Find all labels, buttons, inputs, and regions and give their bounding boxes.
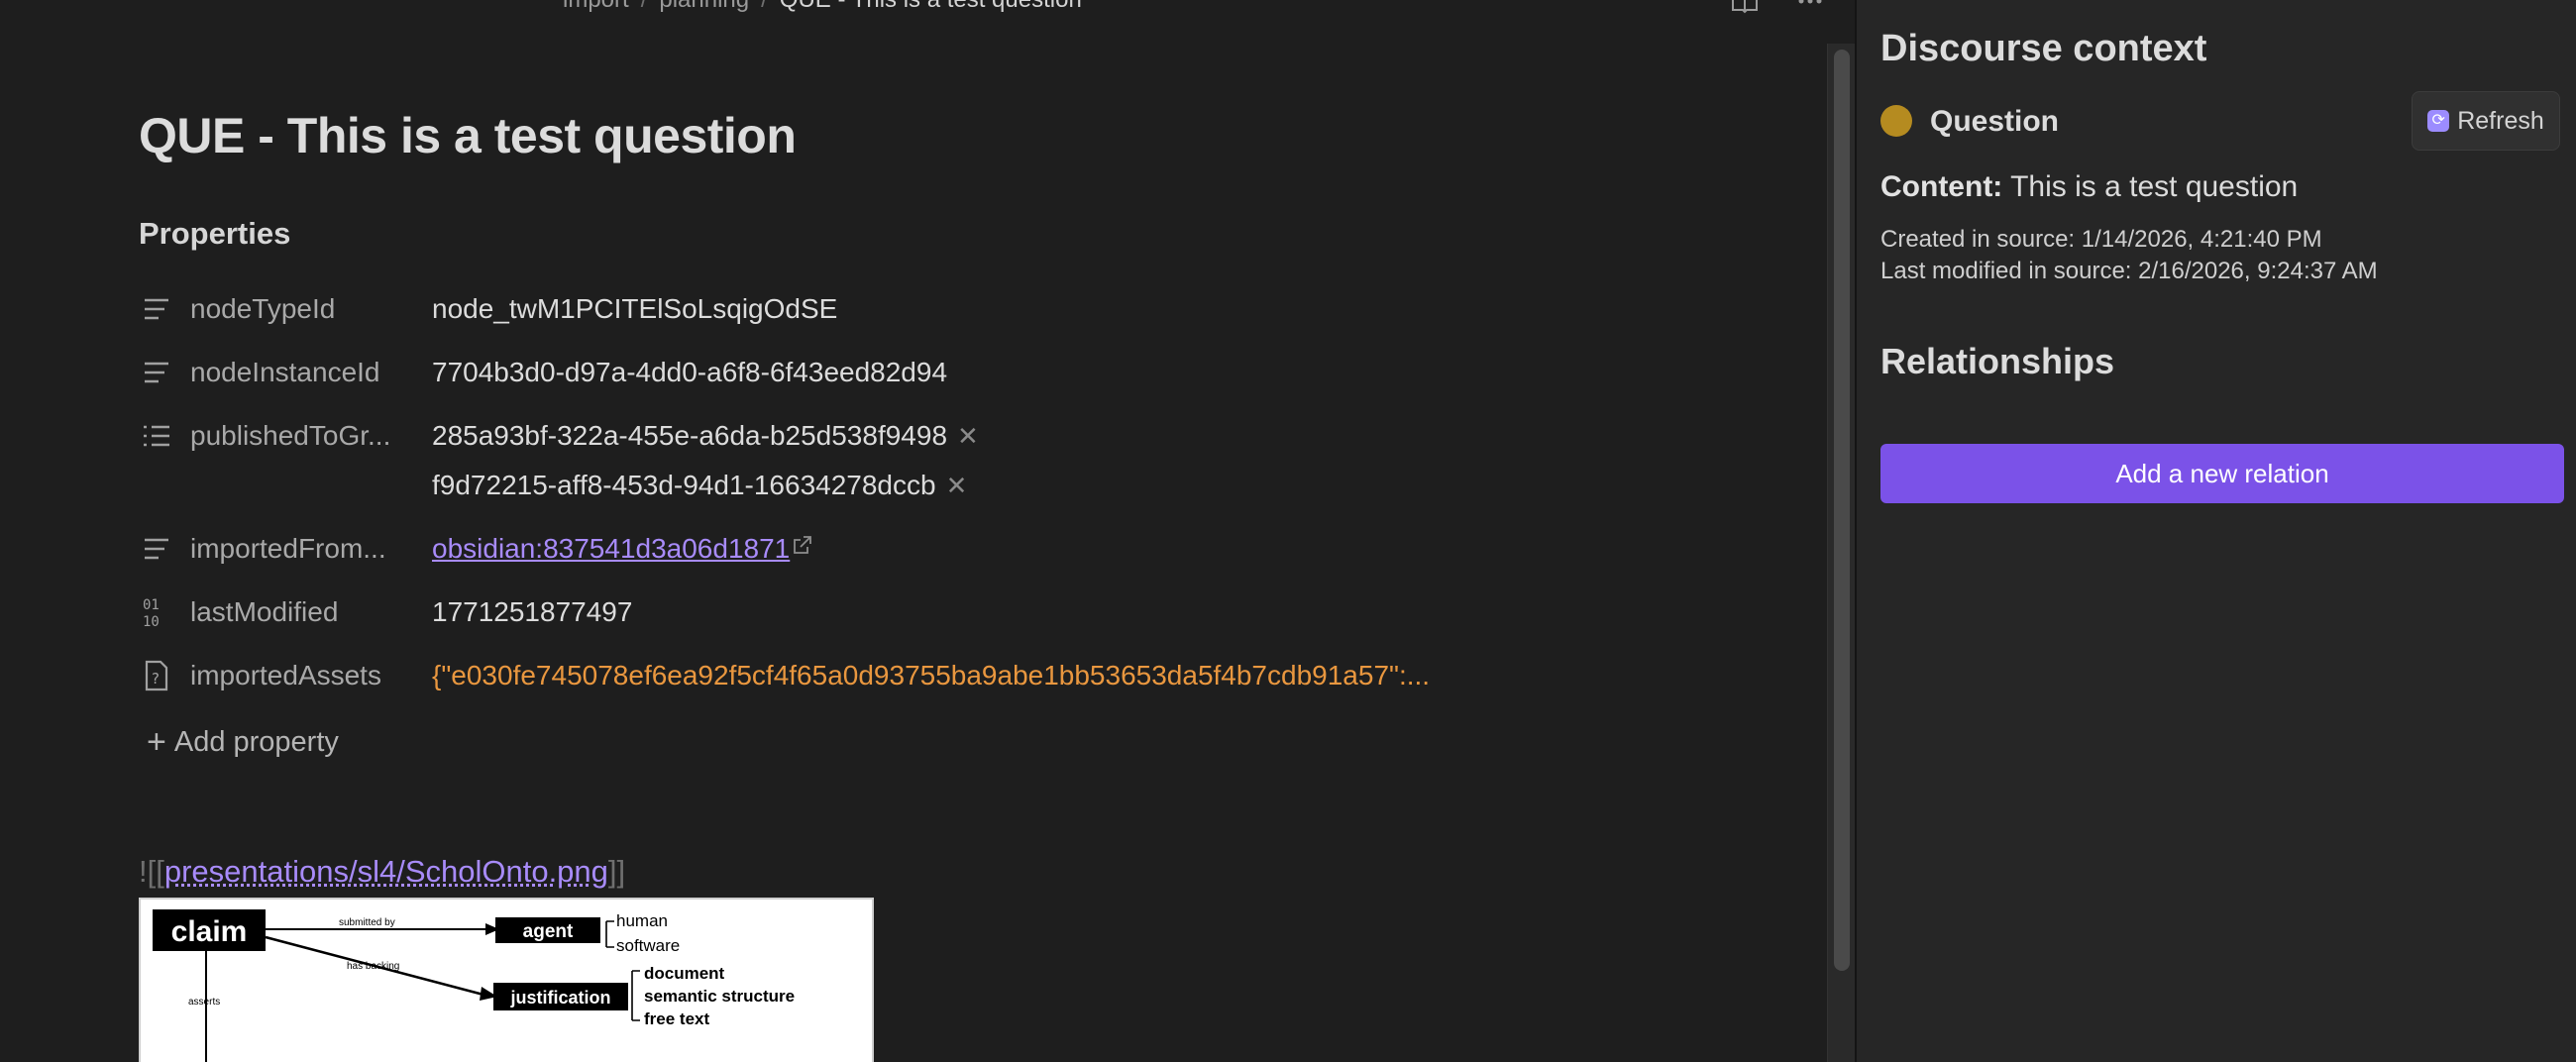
asserts-label: asserts [188, 997, 220, 1008]
add-property-label: Add property [174, 726, 339, 758]
link-text[interactable]: obsidian:837541d3a06d1871 [432, 533, 790, 564]
image-embed-source[interactable]: ![[presentations/sl4/ScholOnto.png]] [139, 854, 625, 890]
add-relation-label: Add a new relation [2115, 459, 2328, 489]
text-lines-icon[interactable] [139, 291, 174, 327]
submitted-by-label: submitted by [339, 917, 395, 928]
content-label: Content: [1880, 170, 2002, 203]
editor-pane: import / planning / QUE - This is a test que… [0, 0, 1855, 1062]
agent-type-software: software [616, 936, 680, 955]
editor-scrollbar[interactable] [1827, 44, 1855, 1062]
list-value-pill[interactable]: f9d72215-aff8-453d-94d1-16634278dccb ✕ [432, 470, 967, 501]
add-property-button[interactable]: + Add property [147, 723, 339, 762]
agent-bracket [606, 921, 614, 947]
property-key[interactable]: nodeTypeId [190, 293, 335, 325]
plus-icon: + [147, 723, 166, 761]
text-lines-icon[interactable] [139, 531, 174, 567]
property-key[interactable]: nodeInstanceId [190, 357, 380, 388]
svg-text:10: 10 [143, 614, 160, 630]
node-type-label: Question [1930, 105, 2059, 139]
property-key[interactable]: importedFrom... [190, 533, 386, 565]
sidebar-title: Discourse context [1880, 28, 2206, 70]
justification-label: justification [509, 988, 610, 1008]
list-icon[interactable] [139, 418, 174, 454]
content-value: This is a test question [2010, 170, 2298, 203]
external-link-icon [792, 534, 813, 556]
breadcrumb: import / planning / QUE - This is a test que… [563, 0, 1082, 14]
note-title[interactable]: QUE - This is a test question [139, 107, 796, 164]
node-type-color-dot [1880, 105, 1912, 137]
property-value[interactable]: 7704b3d0-d97a-4dd0-a6f8-6f43eed82d94 [432, 357, 947, 388]
property-row-nodetypeid[interactable]: nodeTypeId node_twM1PCITElSoLsqigOdSE [139, 283, 1764, 339]
embed-open-bracket: ![[ [139, 854, 164, 889]
agent-label: agent [523, 921, 574, 942]
justification-type-document: document [644, 964, 725, 983]
remove-x-icon[interactable]: ✕ [957, 421, 979, 451]
created-in-source: Created in source: 1/14/2026, 4:21:40 PM [1880, 226, 2322, 254]
list-value-text: f9d72215-aff8-453d-94d1-16634278dccb [432, 470, 936, 500]
content-line: Content: This is a test question [1880, 170, 2298, 204]
justification-type-freetext: free text [644, 1009, 709, 1028]
property-row-importedfrom[interactable]: importedFrom... obsidian:837541d3a06d187… [139, 523, 1764, 579]
agent-type-human: human [616, 911, 668, 930]
book-open-icon[interactable] [1730, 0, 1760, 23]
add-relation-button[interactable]: Add a new relation [1880, 444, 2564, 503]
property-key[interactable]: lastModified [190, 596, 338, 628]
view-header: import / planning / QUE - This is a test que… [0, 0, 1855, 22]
justification-bracket [632, 971, 640, 1020]
list-value-text: 285a93bf-322a-455e-a6da-b25d538f9498 [432, 420, 947, 451]
refresh-label: Refresh [2457, 107, 2544, 136]
property-key[interactable]: importedAssets [190, 660, 381, 691]
property-value[interactable]: 1771251877497 [432, 596, 632, 628]
property-row-publishedtogroups[interactable]: publishedToGr... 285a93bf-322a-455e-a6da… [139, 410, 1764, 517]
refresh-button[interactable]: ⟳ Refresh [2412, 91, 2560, 151]
property-row-importedassets[interactable]: ? importedAssets {"e030fe745078ef6ea92f5… [139, 650, 1764, 705]
breadcrumb-separator: / [761, 0, 768, 13]
list-value-pill[interactable]: 285a93bf-322a-455e-a6da-b25d538f9498 ✕ [432, 420, 979, 452]
refresh-icon: ⟳ [2427, 110, 2449, 132]
justification-type-semantic: semantic structure [644, 987, 795, 1006]
breadcrumb-current[interactable]: QUE - This is a test question [780, 0, 1082, 13]
breadcrumb-separator: / [641, 0, 648, 13]
claim-label: claim [171, 915, 248, 948]
discourse-context-sidebar: Discourse context Question ⟳ Refresh Con… [1855, 0, 2576, 1062]
has-backing-label: has backing [347, 961, 399, 972]
svg-text:?: ? [152, 670, 160, 688]
last-modified-in-source: Last modified in source: 2/16/2026, 9:24… [1880, 258, 2378, 285]
scrollbar-thumb[interactable] [1834, 50, 1850, 971]
breadcrumb-item-planning[interactable]: planning [659, 0, 749, 13]
property-row-nodeinstanceid[interactable]: nodeInstanceId 7704b3d0-d97a-4dd0-a6f8-6… [139, 347, 1764, 402]
breadcrumb-item-import[interactable]: import [563, 0, 629, 13]
embed-link[interactable]: presentations/sl4/ScholOnto.png [164, 854, 608, 889]
property-row-lastmodified[interactable]: 01 10 lastModified 1771251877497 [139, 586, 1764, 642]
embed-close-bracket: ]] [608, 854, 625, 889]
remove-x-icon[interactable]: ✕ [946, 471, 968, 500]
properties-heading[interactable]: Properties [139, 216, 290, 252]
more-horizontal-icon[interactable] [1795, 0, 1825, 23]
number-icon[interactable]: 01 10 [139, 594, 174, 630]
svg-text:01: 01 [143, 597, 160, 613]
header-actions [1730, 0, 1825, 23]
property-value[interactable]: node_twM1PCITElSoLsqigOdSE [432, 293, 837, 325]
property-value[interactable]: {"e030fe745078ef6ea92f5cf4f65a0d93755ba9… [432, 660, 1430, 691]
embedded-image-scholonto[interactable]: claim submitted by agent human software … [139, 898, 874, 1062]
relationships-heading: Relationships [1880, 341, 2114, 382]
unknown-type-icon[interactable]: ? [139, 658, 174, 693]
text-lines-icon[interactable] [139, 355, 174, 390]
property-value-link[interactable]: obsidian:837541d3a06d1871 [432, 533, 813, 565]
property-key[interactable]: publishedToGr... [190, 420, 390, 452]
